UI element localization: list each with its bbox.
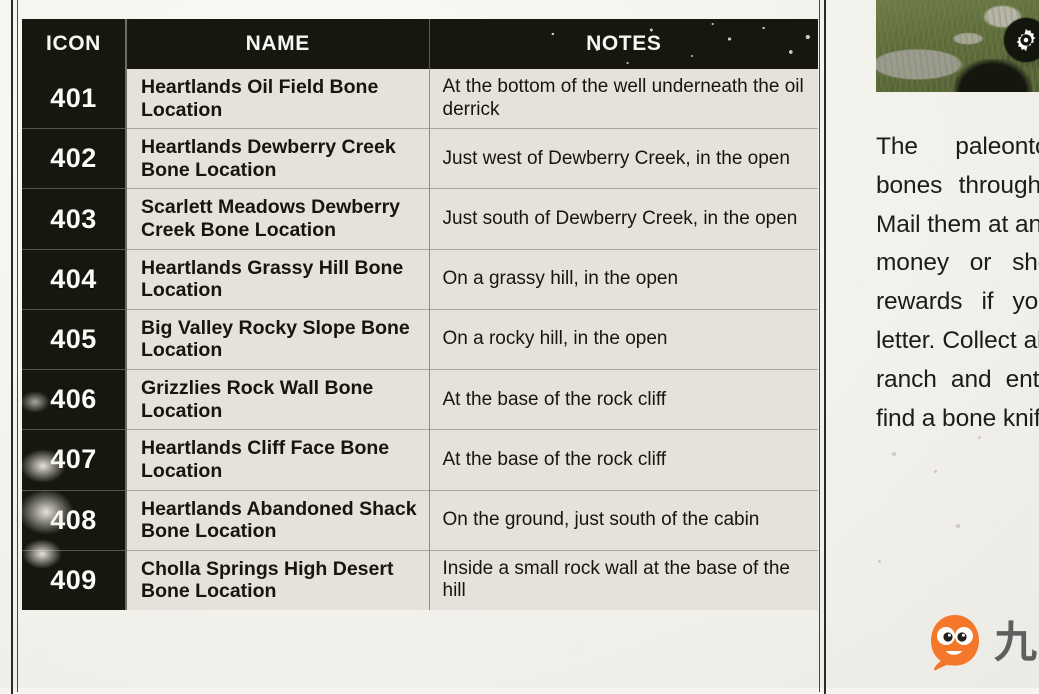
dust-speck (892, 452, 896, 456)
column-header-name-label: NAME (245, 32, 310, 55)
table-header: ICON NAME NOTES (22, 19, 818, 69)
right-column: The paleontologist wants bones throughou… (838, 0, 1039, 688)
row-name: Heartlands Dewberry Creek Bone Location (126, 128, 430, 189)
guide-page: ICON NAME NOTES 401 Heartlands Oil Field … (0, 0, 1039, 694)
table-body: 401 Heartlands Oil Field Bone Location At … (22, 69, 818, 610)
column-header-notes: NOTES (429, 19, 818, 69)
column-header-icon: ICON (22, 19, 127, 69)
row-notes: Just west of Dewberry Creek, in the open (429, 128, 818, 189)
row-icon-number: 409 (22, 549, 127, 610)
table-row[interactable]: 406 Grizzlies Rock Wall Bone Location At t… (22, 369, 818, 430)
table-row[interactable]: 401 Heartlands Oil Field Bone Location At … (22, 69, 818, 129)
row-name: Cholla Springs High Desert Bone Location (126, 549, 430, 610)
row-notes: On the ground, just south of the cabin (429, 489, 818, 551)
row-icon-number: 408 (22, 489, 127, 551)
jiuyou-watermark-text: 九游 (994, 617, 1039, 668)
table-row[interactable]: 402 Heartlands Dewberry Creek Bone Locati… (22, 128, 818, 189)
table-header-row: ICON NAME NOTES (22, 19, 818, 69)
jiuyou-watermark: 九游 (926, 608, 1039, 678)
table-row[interactable]: 404 Heartlands Grassy Hill Bone Location O… (22, 248, 818, 310)
row-name: Heartlands Oil Field Bone Location (126, 69, 430, 129)
column-header-notes-label: NOTES (586, 32, 662, 55)
table-row[interactable]: 408 Heartlands Abandoned Shack Bone Locat… (22, 489, 818, 551)
row-notes: Just south of Dewberry Creek, in the ope… (429, 188, 818, 250)
bone-locations-table: ICON NAME NOTES 401 Heartlands Oil Field … (22, 19, 818, 610)
row-icon-number: 405 (22, 308, 127, 370)
row-icon-number: 403 (22, 188, 127, 250)
table-row[interactable]: 409 Cholla Springs High Desert Bone Locat… (22, 549, 818, 610)
table-row[interactable]: 407 Heartlands Cliff Face Bone Location At… (22, 429, 818, 491)
row-notes: Inside a small rock wall at the base of … (429, 549, 818, 610)
row-notes: On a grassy hill, in the open (429, 248, 818, 310)
dust-speck (878, 560, 881, 563)
row-name: Scarlett Meadows Dewberry Creek Bone Loc… (126, 188, 430, 250)
jiuyou-mascot-icon (926, 612, 984, 674)
photo-shadow (954, 58, 1033, 92)
row-name: Heartlands Grassy Hill Bone Location (126, 248, 430, 310)
paleontologist-description: The paleontologist wants bones throughou… (876, 133, 1039, 432)
row-icon-number: 401 (22, 69, 127, 129)
row-notes: At the base of the rock cliff (429, 429, 818, 491)
row-name: Heartlands Cliff Face Bone Location (126, 429, 430, 491)
row-name: Grizzlies Rock Wall Bone Location (126, 369, 430, 430)
row-notes: On a rocky hill, in the open (429, 308, 818, 370)
row-icon-number: 404 (22, 248, 127, 310)
dust-speck (934, 470, 937, 473)
row-notes: At the base of the rock cliff (429, 369, 818, 430)
table-row[interactable]: 405 Big Valley Rocky Slope Bone Location O… (22, 308, 818, 370)
column-header-name: NAME (126, 19, 532, 69)
row-name: Big Valley Rocky Slope Bone Location (126, 308, 430, 370)
row-icon-number: 406 (22, 369, 127, 430)
row-name: Heartlands Abandoned Shack Bone Location (126, 489, 430, 551)
row-icon-number: 402 (22, 128, 127, 189)
dust-speck (956, 524, 960, 528)
row-notes: At the bottom of the well underneath the… (429, 69, 818, 129)
row-icon-number: 407 (22, 429, 127, 491)
table-row[interactable]: 403 Scarlett Meadows Dewberry Creek Bone … (22, 188, 818, 250)
